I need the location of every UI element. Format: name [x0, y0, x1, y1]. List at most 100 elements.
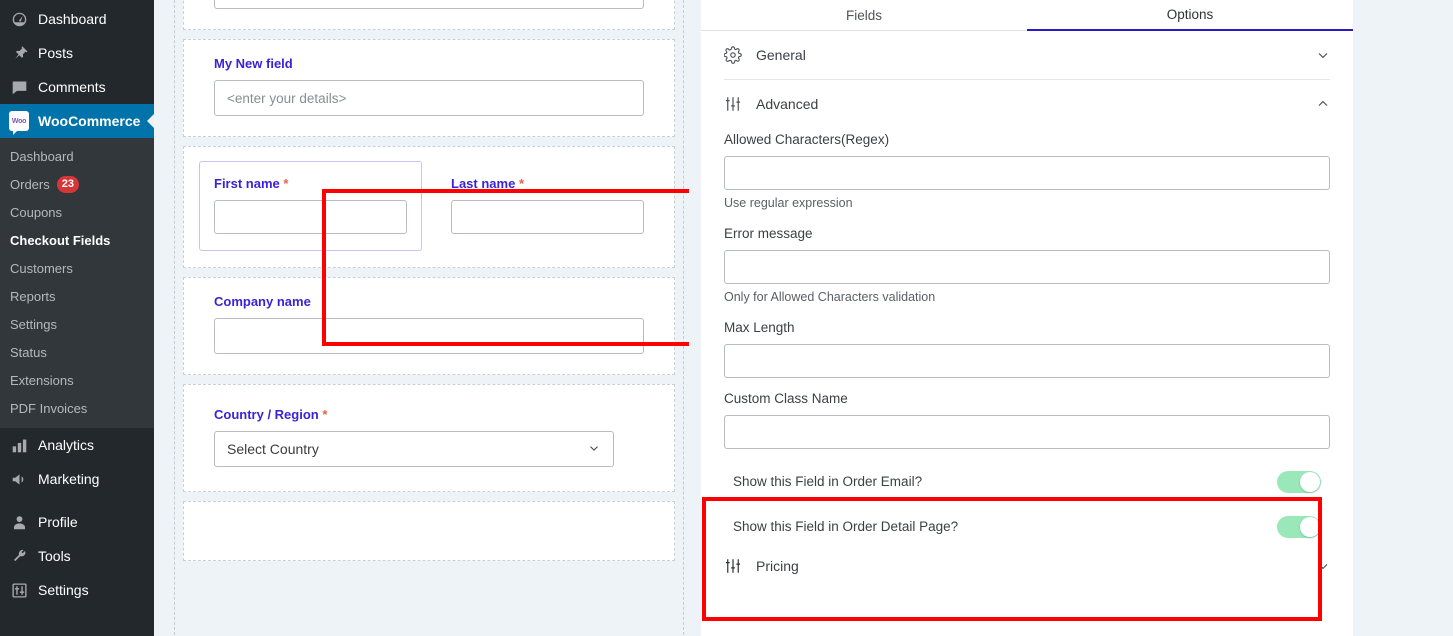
show-in-order-detail-toggle[interactable] [1277, 515, 1321, 538]
sidebar-subitem-label: Orders [10, 176, 50, 192]
tab-label: Options [1166, 7, 1214, 22]
tab-fields[interactable]: Fields [701, 0, 1027, 31]
sidebar-item-label: WooCommerce [38, 113, 141, 129]
sidebar-subitem-coupons[interactable]: Coupons [0, 198, 154, 226]
sidebar-item-label: Tools [38, 548, 71, 564]
allowed-characters-label: Allowed Characters(Regex) [724, 132, 890, 147]
sidebar-item-comments[interactable]: Comments [0, 70, 154, 104]
sidebar-subitem-orders[interactable]: Orders 23 [0, 170, 154, 198]
sidebar-item-tools[interactable]: Tools [0, 539, 154, 573]
sidebar-item-profile[interactable]: Profile [0, 505, 154, 539]
sidebar-subitem-label: Settings [10, 316, 57, 332]
chevron-down-icon[interactable] [1315, 47, 1331, 63]
accordion-pricing[interactable]: Pricing [701, 551, 1353, 581]
field-group-bottom-partial[interactable] [183, 501, 675, 561]
chevron-up-icon[interactable] [1315, 96, 1331, 112]
country-region-select[interactable]: Select Country [214, 431, 614, 467]
admin-screen: Dashboard Posts Comments Woo WooCommerce [0, 0, 1453, 636]
admin-sidebar: Dashboard Posts Comments Woo WooCommerce [0, 0, 154, 636]
checkout-form-builder: My New field First name * Last name * [154, 0, 689, 636]
sidebar-item-label: Comments [38, 79, 106, 95]
field-group-top-partial[interactable] [183, 0, 675, 30]
sidebar-item-woocommerce[interactable]: Woo WooCommerce [0, 104, 154, 138]
name-split-row: First name * Last name * [184, 161, 674, 251]
field-group-my-new-field[interactable]: My New field [183, 39, 675, 137]
max-length-input[interactable] [724, 344, 1330, 378]
first-name-input[interactable] [214, 200, 407, 234]
sidebar-item-analytics[interactable]: Analytics [0, 428, 154, 462]
sidebar-item-marketing[interactable]: Marketing [0, 462, 154, 496]
sliders-icon [9, 580, 29, 600]
sidebar-subitem-label: Dashboard [10, 148, 74, 164]
field-cell-first-name[interactable]: First name * [199, 161, 422, 251]
orders-count-badge: 23 [56, 175, 79, 193]
accordion-advanced[interactable]: Advanced [701, 80, 1353, 128]
sidebar-subitem-checkout-fields[interactable]: Checkout Fields [0, 226, 154, 254]
field-row: My New field [184, 56, 674, 116]
sidebar-item-label: Settings [38, 582, 89, 598]
show-in-order-email-label: Show this Field in Order Email? [733, 474, 923, 489]
bar-chart-icon [9, 435, 29, 455]
toggle-knob [1300, 516, 1320, 537]
field-group-country-region[interactable]: Country / Region * Select Country [183, 384, 675, 492]
sidebar-subitem-customers[interactable]: Customers [0, 254, 154, 282]
field-group-name[interactable]: First name * Last name * [183, 146, 675, 268]
last-name-label: Last name * [451, 176, 644, 191]
sidebar-item-label: Profile [38, 514, 78, 530]
allowed-characters-input[interactable] [724, 156, 1330, 190]
top-partial-input[interactable] [214, 0, 644, 9]
required-marker: * [322, 407, 328, 422]
field-row: Country / Region * Select Country [184, 407, 674, 467]
wrench-icon [9, 546, 29, 566]
accordion-general[interactable]: General [701, 31, 1353, 79]
sidebar-separator [0, 496, 154, 505]
custom-class-name-input[interactable] [724, 415, 1330, 449]
required-marker: * [518, 176, 524, 191]
options-panel-wrapper: Fields Options General Advanced Allowed … [689, 0, 1453, 636]
sidebar-bottom-group: Analytics Marketing [0, 428, 154, 496]
sidebar-subitem-settings[interactable]: Settings [0, 310, 154, 338]
accordion-advanced-label: Advanced [756, 96, 819, 112]
woo-logo-badge: Woo [9, 111, 29, 135]
show-in-order-email-toggle[interactable] [1277, 470, 1321, 493]
country-region-label: Country / Region * [214, 407, 644, 422]
woocommerce-submenu: Dashboard Orders 23 Coupons Checkout Fie… [0, 138, 154, 428]
last-name-input[interactable] [451, 200, 644, 234]
sidebar-subitem-label: PDF Invoices [10, 400, 88, 416]
sidebar-subitem-status[interactable]: Status [0, 338, 154, 366]
field-group-company-name[interactable]: Company name [183, 277, 675, 375]
my-new-field-label: My New field [214, 56, 293, 71]
woo-icon: Woo [9, 111, 29, 135]
my-new-field-input[interactable] [214, 80, 644, 116]
error-message-input[interactable] [724, 250, 1330, 284]
sidebar-subitem-reports[interactable]: Reports [0, 282, 154, 310]
error-message-hint: Only for Allowed Characters validation [724, 290, 936, 304]
custom-class-name-label: Custom Class Name [724, 391, 848, 406]
option-show-in-order-email: Show this Field in Order Email? [724, 459, 1330, 504]
sidebar-item-label: Analytics [38, 437, 95, 453]
max-length-label: Max Length [724, 320, 795, 335]
options-panel: Fields Options General Advanced Allowed … [701, 0, 1353, 636]
option-allowed-characters: Allowed Characters(Regex) Use regular ex… [724, 132, 1330, 210]
user-icon [9, 512, 29, 532]
option-max-length: Max Length [724, 320, 1330, 378]
sidebar-item-settings[interactable]: Settings [0, 573, 154, 607]
field-cell-last-name[interactable]: Last name * [436, 161, 659, 251]
chevron-down-icon[interactable] [1315, 558, 1331, 574]
country-region-selected-value: Select Country [227, 441, 319, 457]
field-row [184, 0, 674, 9]
field-row: Company name [184, 294, 674, 354]
builder-canvas: My New field First name * Last name * [174, 0, 684, 636]
required-marker: * [283, 176, 289, 191]
tab-options[interactable]: Options [1027, 0, 1353, 31]
sidebar-last-group: Profile Tools Settings [0, 505, 154, 607]
sidebar-item-posts[interactable]: Posts [0, 36, 154, 70]
company-name-input[interactable] [214, 318, 644, 354]
sidebar-subitem-pdf-invoices[interactable]: PDF Invoices [0, 394, 154, 422]
sidebar-subitem-extensions[interactable]: Extensions [0, 366, 154, 394]
allowed-characters-hint: Use regular expression [724, 196, 853, 210]
sidebar-subitem-label: Status [10, 344, 47, 360]
sidebar-item-dashboard[interactable]: Dashboard [0, 2, 154, 36]
sidebar-subitem-dashboard[interactable]: Dashboard [0, 142, 154, 170]
dashboard-icon [9, 9, 29, 29]
